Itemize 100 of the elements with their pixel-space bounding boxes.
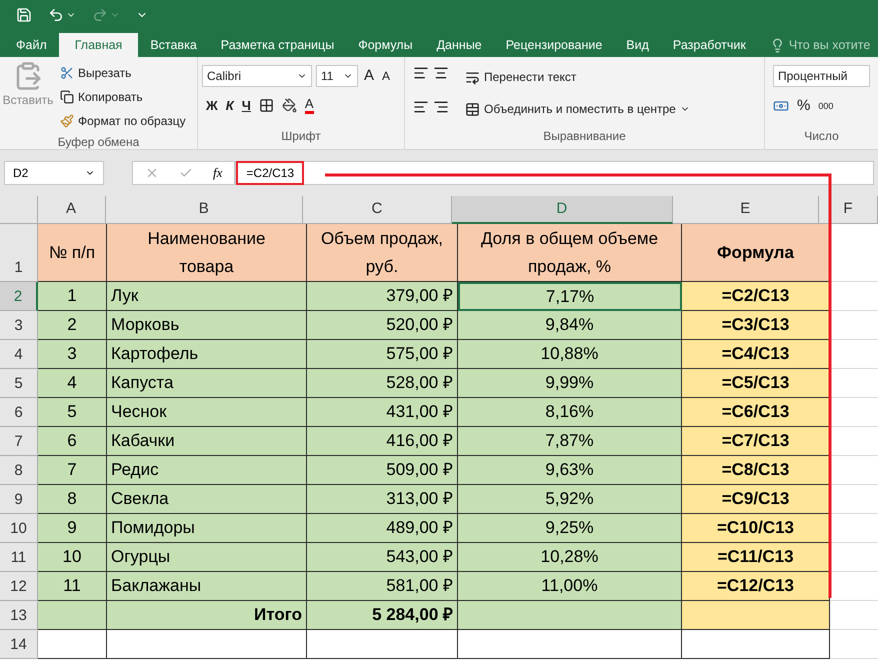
table-cell: 5,92% (458, 485, 682, 514)
table-cell: 11 (38, 572, 107, 601)
table-cell: 431,00 ₽ (307, 398, 458, 427)
row-header[interactable]: 11 (0, 543, 38, 572)
borders-icon (258, 98, 274, 113)
row-header[interactable]: 14 (0, 630, 38, 659)
row-header[interactable]: 13 (0, 601, 38, 630)
cut-button[interactable]: Вырезать (56, 61, 190, 85)
copy-button[interactable]: Копировать (56, 85, 190, 109)
table-cell: 7,87% (458, 427, 682, 456)
table-cell: Формула (682, 224, 830, 282)
merge-icon (465, 102, 480, 116)
table-cell: 509,00 ₽ (307, 456, 458, 485)
bold-button[interactable]: Ж (206, 96, 218, 115)
row-header[interactable]: 8 (0, 456, 38, 485)
table-cell: =C2/C13 (682, 282, 830, 311)
ribbon-tab[interactable]: Разметка страницы (208, 33, 346, 57)
font-size-field[interactable]: 11 (316, 65, 358, 88)
table-cell: =C11/C13 (682, 543, 830, 572)
row-header[interactable]: 10 (0, 514, 38, 543)
table-cell: Морковь (107, 311, 307, 340)
table-cell: 379,00 ₽ (307, 282, 458, 311)
ribbon-tab[interactable]: Вид (614, 33, 661, 57)
row-header[interactable]: 5 (0, 369, 38, 398)
table-cell: 8,16% (458, 398, 682, 427)
group-label: Шрифт (280, 128, 322, 145)
align-right-icon (433, 99, 449, 115)
undo-icon (48, 7, 64, 23)
table-cell: Чеснок (107, 398, 307, 427)
merge-center-button[interactable]: Объединить и поместить в центре (461, 97, 694, 121)
table-cell: =C8/C13 (682, 456, 830, 485)
table-cell: 9,25% (458, 514, 682, 543)
table-cell: Свекла (107, 485, 307, 514)
align-left-icon (413, 99, 429, 115)
table-cell: 520,00 ₽ (307, 311, 458, 340)
row-header[interactable]: 1 (0, 224, 38, 282)
table-cell: 8 (38, 485, 107, 514)
wrap-text-button[interactable]: Перенести текст (461, 65, 694, 89)
align-center-icon (433, 65, 449, 81)
row-header[interactable]: 6 (0, 398, 38, 427)
ribbon-tab[interactable]: Разработчик (660, 33, 758, 57)
table-cell: =C12/C13 (682, 572, 830, 601)
ribbon-tab[interactable]: Формулы (346, 33, 425, 57)
underline-button[interactable]: Ч (242, 96, 251, 115)
paintbrush-icon (60, 114, 74, 128)
table-cell: Лук (107, 282, 307, 311)
table-cell: 5 (38, 398, 107, 427)
font-color-button[interactable]: A (304, 96, 314, 114)
table-cell: Огурцы (107, 543, 307, 572)
group-label: Буфер обмена (56, 134, 140, 151)
thousands-button[interactable]: 000 (818, 100, 834, 113)
row-header[interactable]: 2 (0, 282, 38, 311)
table-cell: 528,00 ₽ (307, 369, 458, 398)
table-cell: =C7/C13 (682, 427, 830, 456)
shrink-font-button[interactable]: A (380, 67, 392, 86)
table-cell: Доля в общем объеме продаж, % (458, 224, 682, 282)
ribbon-tab[interactable]: Вставка (138, 33, 209, 57)
table-cell: 10,88% (458, 340, 682, 369)
row-header[interactable]: 9 (0, 485, 38, 514)
column-header[interactable]: D (452, 196, 673, 224)
table-cell: 489,00 ₽ (307, 514, 458, 543)
ribbon-tab[interactable]: Данные (424, 33, 494, 57)
format-painter-button[interactable]: Формат по образцу (56, 109, 190, 133)
italic-button[interactable]: К (226, 96, 234, 115)
table-cell: 416,00 ₽ (307, 427, 458, 456)
table-cell: Редис (107, 456, 307, 485)
formula-field[interactable]: =C2/C13 (236, 161, 304, 185)
table-cell: № п/п (38, 224, 107, 282)
ribbon-tab[interactable]: Рецензирование (494, 33, 614, 57)
name-box[interactable]: D2 (4, 161, 104, 185)
row-header[interactable]: 4 (0, 340, 38, 369)
row-header[interactable]: 3 (0, 311, 38, 340)
ribbon-tab[interactable]: Файл (4, 33, 59, 57)
table-cell: Объем продаж, руб. (307, 224, 458, 282)
search-hint[interactable]: Что вы хотите (788, 36, 870, 54)
row-header[interactable]: 12 (0, 572, 38, 601)
table-cell: =C5/C13 (682, 369, 830, 398)
table-cell: =C6/C13 (682, 398, 830, 427)
scissors-icon (60, 66, 74, 80)
redo-icon (92, 7, 108, 23)
table-cell: Кабачки (107, 427, 307, 456)
ribbon-tab[interactable]: Главная (58, 33, 138, 57)
font-name-field[interactable]: Calibri (202, 65, 312, 88)
percent-button[interactable]: % (797, 95, 810, 118)
table-cell: 313,00 ₽ (307, 485, 458, 514)
function-label[interactable]: fx (213, 163, 222, 183)
group-label: Число (803, 128, 840, 145)
table-cell: 9 (38, 514, 107, 543)
table-cell: 9,84% (458, 311, 682, 340)
number-format-field[interactable]: Процентный (773, 65, 870, 87)
grow-font-button[interactable]: A (362, 65, 376, 88)
align-left-icon (413, 65, 429, 81)
paint-bucket-icon (282, 98, 297, 113)
table-cell: =C10/C13 (682, 514, 830, 543)
row-header[interactable]: 7 (0, 427, 38, 456)
table-cell (38, 601, 107, 630)
table-cell: 10 (38, 543, 107, 572)
table-cell: Картофель (107, 340, 307, 369)
table-cell: 575,00 ₽ (307, 340, 458, 369)
table-cell: 6 (38, 427, 107, 456)
